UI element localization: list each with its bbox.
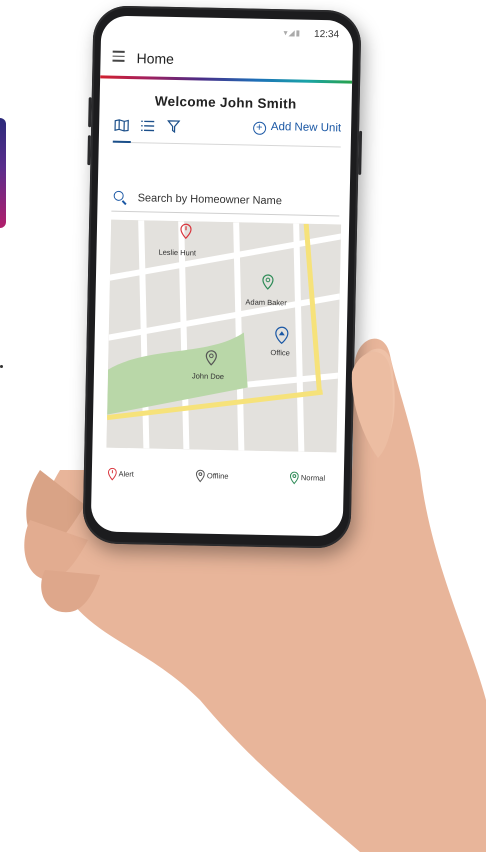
- map-pin-label: Office: [270, 348, 290, 358]
- add-new-unit-button[interactable]: + Add New Unit: [252, 120, 342, 137]
- map-view[interactable]: Leslie Hunt Adam Baker John Doe Office: [106, 219, 342, 453]
- search-placeholder: Search by Homeowner Name: [137, 192, 283, 208]
- filter-icon[interactable]: [165, 120, 181, 134]
- app-bar: Home: [100, 41, 353, 80]
- map-canvas: [106, 219, 342, 453]
- volume-button: [87, 135, 91, 166]
- legend-offline-label: Offline: [206, 471, 229, 481]
- power-button: [358, 130, 363, 175]
- plus-circle-icon: +: [252, 121, 266, 135]
- signal-battery-icons: ▾◢▮: [283, 28, 302, 38]
- status-time: 12:34: [313, 28, 340, 41]
- app-bar-title: Home: [136, 50, 175, 67]
- search-field[interactable]: Search by Homeowner Name: [111, 188, 340, 217]
- welcome-heading: Welcome John Smith: [154, 93, 297, 112]
- legend-alert: Alert: [107, 467, 135, 482]
- legend-alert-label: Alert: [118, 469, 135, 479]
- status-legend: Alert Offline Normal: [91, 467, 343, 496]
- background-banner-fragment: [0, 118, 6, 228]
- phone-device: ▾◢▮ 12:34 Home Welcome John Smith + Add N…: [82, 5, 363, 549]
- legend-normal-label: Normal: [300, 473, 326, 483]
- legend-offline: Offline: [195, 469, 229, 483]
- offline-pin-icon: [195, 469, 205, 483]
- normal-pin-icon: [289, 471, 299, 485]
- search-icon: [113, 190, 124, 201]
- phone-screen: ▾◢▮ 12:34 Home Welcome John Smith + Add N…: [90, 15, 354, 537]
- legend-normal: Normal: [289, 471, 326, 485]
- alert-pin-icon: [107, 467, 117, 481]
- list-view-icon[interactable]: [139, 119, 155, 133]
- add-new-unit-label: Add New Unit: [270, 120, 342, 135]
- map-pin-label: John Doe: [191, 371, 225, 382]
- map-pin-label: Leslie Hunt: [158, 247, 197, 258]
- active-view-indicator: [112, 140, 131, 144]
- map-view-icon[interactable]: [113, 119, 129, 133]
- volume-button: [88, 97, 92, 128]
- hamburger-menu-icon[interactable]: [112, 50, 125, 65]
- view-toolbar: + Add New Unit: [112, 115, 342, 148]
- decorative-dot: [0, 365, 3, 368]
- map-pin-label: Adam Baker: [245, 297, 287, 308]
